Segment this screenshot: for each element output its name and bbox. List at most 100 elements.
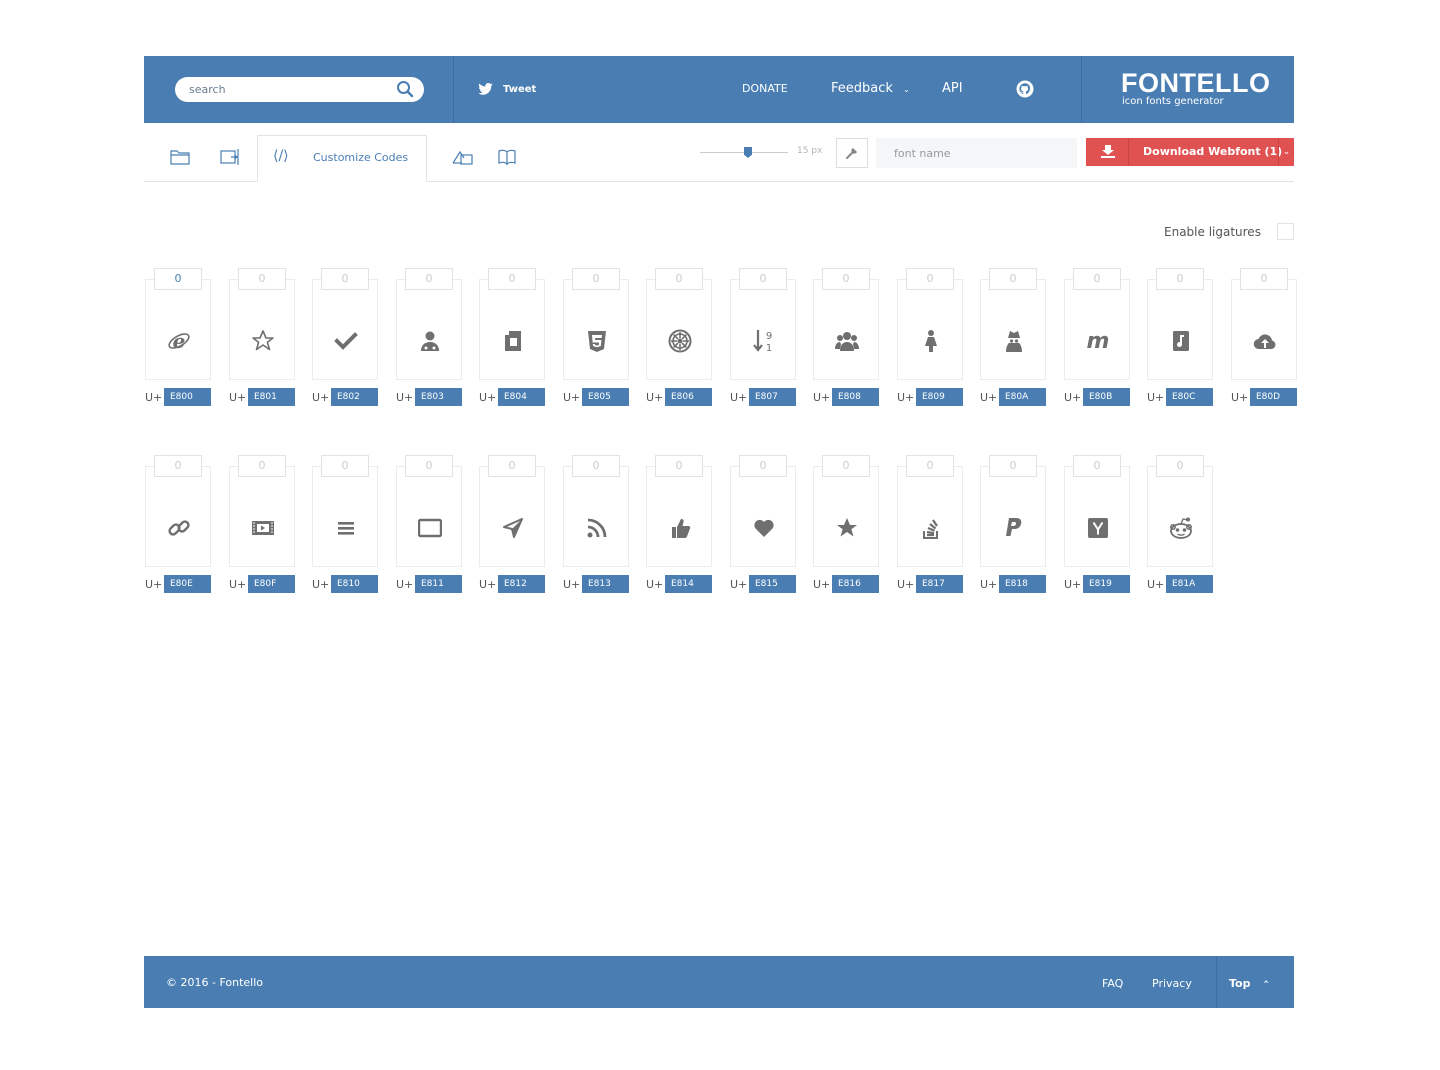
glyph-cell[interactable]: 0 U+ E812 — [479, 455, 545, 593]
glyph-card[interactable] — [229, 466, 295, 567]
glyph-code[interactable]: E809 — [916, 388, 963, 406]
glyph-code[interactable]: E816 — [832, 575, 879, 593]
glyph-code[interactable]: E818 — [999, 575, 1046, 593]
glyph-cell[interactable]: 0 U+ E80F — [229, 455, 295, 593]
search-icon[interactable] — [396, 80, 414, 98]
glyph-cell[interactable]: 0 U+ E817 — [897, 455, 963, 593]
glyph-code[interactable]: E812 — [498, 575, 545, 593]
glyph-counter[interactable]: 0 — [154, 268, 202, 290]
book-icon[interactable] — [496, 147, 518, 167]
glyph-cell[interactable]: 0 U+ E80C — [1147, 268, 1213, 406]
glyph-cell[interactable]: 0 U+ E804 — [479, 268, 545, 406]
glyph-code[interactable]: E819 — [1083, 575, 1130, 593]
glyph-cell[interactable]: 0 U+ E818 — [980, 455, 1046, 593]
glyph-counter[interactable]: 0 — [655, 455, 703, 477]
glyph-cell[interactable]: 0 U+ E810 — [312, 455, 378, 593]
glyph-cell[interactable]: 0 U+ E806 — [646, 268, 712, 406]
glyph-card[interactable] — [312, 279, 378, 380]
glyph-counter[interactable]: 0 — [405, 455, 453, 477]
glyph-counter[interactable]: 0 — [238, 455, 286, 477]
glyph-cell[interactable]: 0 U+ E815 — [730, 455, 796, 593]
glyph-code[interactable]: E817 — [916, 575, 963, 593]
glyph-code[interactable]: E808 — [832, 388, 879, 406]
glyph-counter[interactable]: 0 — [1073, 268, 1121, 290]
glyph-counter[interactable]: 0 — [405, 268, 453, 290]
glyph-card[interactable] — [479, 279, 545, 380]
glyph-code[interactable]: E80E — [164, 575, 211, 593]
glyph-cell[interactable]: 0 U+ E808 — [813, 268, 879, 406]
glyph-code[interactable]: E805 — [582, 388, 629, 406]
glyph-cell[interactable]: 0 U+ E802 — [312, 268, 378, 406]
glyph-counter[interactable]: 0 — [154, 455, 202, 477]
glyph-card[interactable] — [229, 279, 295, 380]
folder-icon[interactable] — [169, 147, 191, 167]
glyph-card[interactable] — [813, 466, 879, 567]
glyph-counter[interactable]: 0 — [655, 268, 703, 290]
glyph-cell[interactable]: 0 U+ E801 — [229, 268, 295, 406]
glyph-card[interactable] — [563, 466, 629, 567]
glyph-card[interactable] — [312, 466, 378, 567]
glyph-counter[interactable]: 0 — [1240, 268, 1288, 290]
glyph-counter[interactable]: 0 — [1073, 455, 1121, 477]
glyph-code[interactable]: E80B — [1083, 388, 1130, 406]
glyph-code[interactable]: E802 — [331, 388, 378, 406]
back-to-top-link[interactable]: Top ⌃ — [1229, 977, 1270, 990]
glyph-cell[interactable]: 0 U+ E811 — [396, 455, 462, 593]
font-name-input[interactable] — [876, 138, 1077, 168]
tweet-button[interactable]: Tweet — [478, 83, 536, 95]
glyph-code[interactable]: E80F — [248, 575, 295, 593]
glyph-counter[interactable]: 0 — [906, 455, 954, 477]
glyph-code[interactable]: E810 — [331, 575, 378, 593]
glyph-cell[interactable]: 0 U+ E805 — [563, 268, 629, 406]
glyph-counter[interactable]: 0 — [989, 268, 1037, 290]
glyph-code[interactable]: E804 — [498, 388, 545, 406]
glyph-code[interactable]: E80D — [1250, 388, 1297, 406]
glyph-cell[interactable]: m 0 U+ E80B — [1064, 268, 1130, 406]
glyph-code[interactable]: E80C — [1166, 388, 1213, 406]
download-webfont-button[interactable]: Download Webfont (1) ⌄ — [1086, 138, 1294, 166]
fontello-logo[interactable]: FONTELLO icon fonts generator — [1121, 70, 1270, 107]
glyph-cell[interactable]: 0 U+ E809 — [897, 268, 963, 406]
glyph-code[interactable]: E815 — [749, 575, 796, 593]
resize-icon[interactable] — [219, 147, 241, 167]
glyph-counter[interactable]: 0 — [739, 455, 787, 477]
glyph-cell[interactable]: 0 U+ E814 — [646, 455, 712, 593]
glyph-card[interactable]: e — [145, 279, 211, 380]
glyph-card[interactable] — [897, 466, 963, 567]
glyph-card[interactable] — [1147, 279, 1213, 380]
glyph-code[interactable]: E803 — [415, 388, 462, 406]
glyph-card[interactable] — [1231, 279, 1297, 380]
glyph-counter[interactable]: 0 — [572, 455, 620, 477]
glyph-card[interactable] — [1064, 466, 1130, 567]
glyph-card[interactable] — [813, 279, 879, 380]
glyph-counter[interactable]: 0 — [488, 268, 536, 290]
glyph-counter[interactable]: 0 — [1156, 268, 1204, 290]
donate-link[interactable]: DONATE — [742, 82, 788, 95]
privacy-link[interactable]: Privacy — [1152, 977, 1192, 990]
glyph-cell[interactable]: 0 U+ E80E — [145, 455, 211, 593]
glyph-card[interactable] — [646, 466, 712, 567]
size-slider-thumb[interactable] — [744, 147, 752, 158]
glyph-card[interactable] — [396, 279, 462, 380]
glyph-cell[interactable]: 0 U+ E819 — [1064, 455, 1130, 593]
glyph-card[interactable] — [646, 279, 712, 380]
glyph-card[interactable]: m — [1064, 279, 1130, 380]
glyph-counter[interactable]: 0 — [321, 455, 369, 477]
glyph-counter[interactable]: 0 — [238, 268, 286, 290]
glyph-counter[interactable]: 0 — [739, 268, 787, 290]
api-link[interactable]: API — [942, 81, 963, 96]
glyph-card[interactable] — [980, 279, 1046, 380]
glyph-counter[interactable]: 0 — [822, 455, 870, 477]
glyph-code[interactable]: E800 — [164, 388, 211, 406]
glyph-cell[interactable]: 91 0 U+ E807 — [730, 268, 796, 406]
glyph-counter[interactable]: 0 — [1156, 455, 1204, 477]
github-icon[interactable] — [1016, 80, 1034, 98]
glyph-code[interactable]: E80A — [999, 388, 1046, 406]
glyph-cell[interactable]: 0 U+ E803 — [396, 268, 462, 406]
settings-button[interactable] — [836, 138, 868, 168]
glyph-code[interactable]: E813 — [582, 575, 629, 593]
glyph-card[interactable] — [980, 466, 1046, 567]
glyph-card[interactable] — [145, 466, 211, 567]
glyph-cell[interactable]: 0 U+ E816 — [813, 455, 879, 593]
glyph-code[interactable]: E811 — [415, 575, 462, 593]
